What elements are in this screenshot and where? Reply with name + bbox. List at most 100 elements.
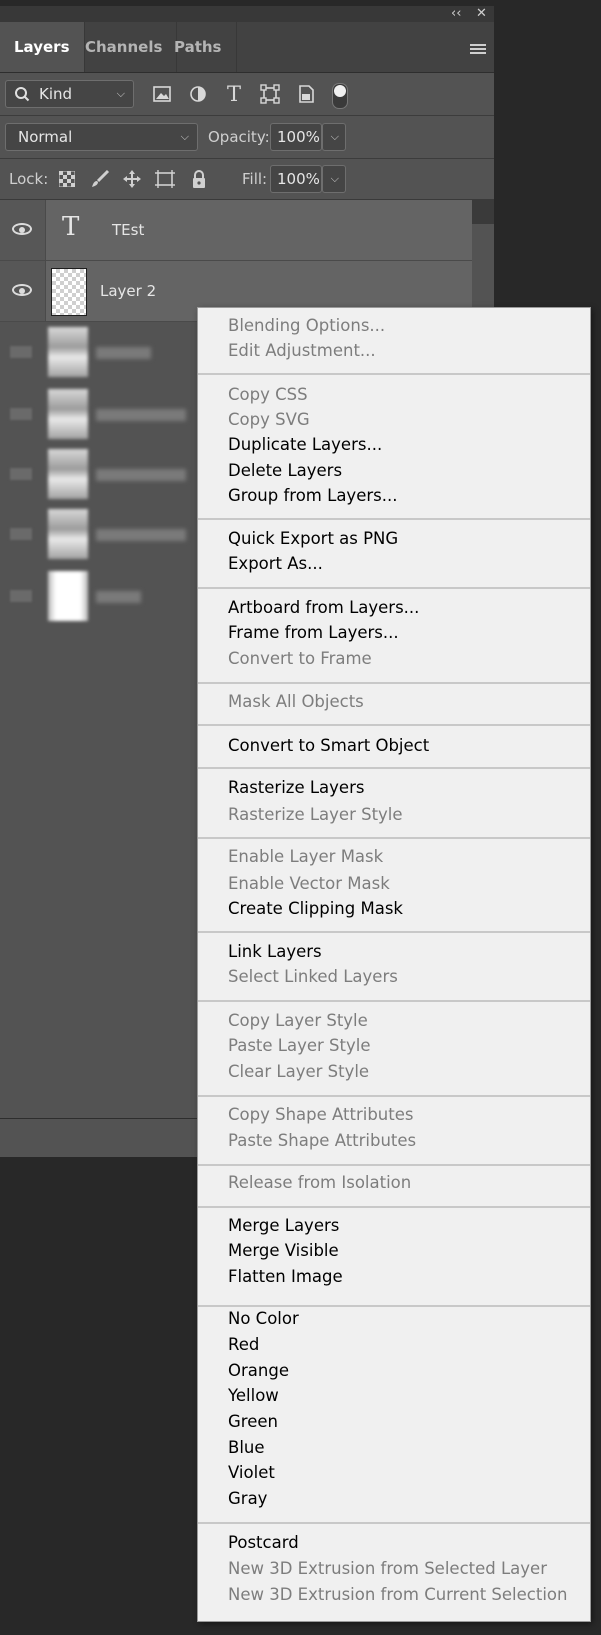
lock-label: Lock: (9, 170, 49, 188)
menu-item-copy-shape-attributes[interactable]: Copy Shape Attributes (228, 1104, 413, 1126)
menu-separator (198, 931, 590, 933)
lock-image-pixels-brush-icon[interactable] (87, 166, 113, 192)
visibility-toggle[interactable] (0, 200, 46, 260)
menu-item-enable-vector-mask[interactable]: Enable Vector Mask (228, 873, 390, 895)
filter-row: Kind ⌵ T (0, 73, 494, 116)
menu-separator (198, 1305, 590, 1307)
layer-thumbnail (48, 509, 88, 559)
panel-title-bar: ‹‹ ✕ (0, 6, 494, 22)
layers-scrollbar[interactable] (472, 200, 494, 224)
redacted-layer-row (0, 386, 200, 442)
opacity-input[interactable]: 100% (270, 123, 322, 151)
menu-item-flatten-image[interactable]: Flatten Image (228, 1266, 343, 1288)
menu-item-frame-from-layers[interactable]: Frame from Layers... (228, 622, 399, 644)
eye-icon (10, 590, 32, 602)
menu-item-rasterize-layers[interactable]: Rasterize Layers (228, 777, 364, 799)
menu-item-3d-extrusion-current-selection[interactable]: New 3D Extrusion from Current Selection (228, 1584, 567, 1606)
close-panel-icon[interactable]: ✕ (476, 6, 487, 22)
menu-item-blending-options[interactable]: Blending Options... (228, 315, 385, 337)
eye-icon (10, 408, 32, 420)
menu-item-artboard-from-layers[interactable]: Artboard from Layers... (228, 597, 419, 619)
panel-tabs: Layers Channels Paths (0, 22, 494, 73)
menu-item-color-blue[interactable]: Blue (228, 1437, 265, 1459)
redacted-layer-row (0, 568, 200, 624)
redacted-layer-row (0, 324, 200, 380)
menu-item-color-orange[interactable]: Orange (228, 1360, 289, 1382)
menu-item-convert-to-frame[interactable]: Convert to Frame (228, 648, 372, 670)
menu-item-clear-layer-style[interactable]: Clear Layer Style (228, 1061, 369, 1083)
layer-thumbnail (48, 449, 88, 499)
menu-item-convert-to-smart-object[interactable]: Convert to Smart Object (228, 735, 429, 757)
layer-name[interactable]: Layer 2 (100, 261, 156, 321)
menu-item-delete-layers[interactable]: Delete Layers (228, 460, 342, 482)
lock-position-move-icon[interactable] (119, 166, 145, 192)
blend-mode-select[interactable]: Normal ⌵ (5, 123, 198, 151)
menu-item-duplicate-layers[interactable]: Duplicate Layers... (228, 434, 382, 456)
menu-separator (198, 724, 590, 726)
menu-item-quick-export-png[interactable]: Quick Export as PNG (228, 528, 398, 550)
redacted-layer-name (96, 409, 186, 421)
collapse-panel-icon[interactable]: ‹‹ (451, 6, 461, 22)
chevron-down-icon: ⌵ (116, 87, 125, 100)
menu-item-3d-extrusion-selected-layer[interactable]: New 3D Extrusion from Selected Layer (228, 1558, 547, 1580)
menu-item-copy-layer-style[interactable]: Copy Layer Style (228, 1010, 368, 1032)
menu-item-merge-visible[interactable]: Merge Visible (228, 1240, 339, 1262)
layer-context-menu: Blending Options... Edit Adjustment... C… (197, 307, 591, 1622)
redacted-layer-name (96, 529, 186, 541)
toggle-knob (334, 85, 346, 97)
menu-item-export-as[interactable]: Export As... (228, 553, 323, 575)
filter-kind-select[interactable]: Kind ⌵ (5, 80, 134, 108)
lock-transparent-pixels-icon[interactable] (54, 166, 80, 192)
layer-name[interactable]: TEst (112, 200, 144, 260)
redacted-layer-row (0, 506, 200, 562)
menu-item-paste-shape-attributes[interactable]: Paste Shape Attributes (228, 1130, 416, 1152)
menu-item-copy-css[interactable]: Copy CSS (228, 384, 308, 406)
menu-item-paste-layer-style[interactable]: Paste Layer Style (228, 1035, 370, 1057)
smart-object-filter-icon[interactable] (293, 81, 319, 107)
chevron-down-icon: ⌵ (330, 172, 339, 185)
opacity-dropdown[interactable]: ⌵ (322, 123, 346, 151)
menu-item-select-linked-layers[interactable]: Select Linked Layers (228, 966, 398, 988)
lock-all-icon[interactable] (186, 166, 212, 192)
menu-item-color-none[interactable]: No Color (228, 1308, 299, 1330)
type-filter-icon[interactable]: T (221, 81, 247, 107)
menu-item-rasterize-layer-style[interactable]: Rasterize Layer Style (228, 804, 403, 826)
menu-item-link-layers[interactable]: Link Layers (228, 941, 322, 963)
menu-item-create-clipping-mask[interactable]: Create Clipping Mask (228, 898, 403, 920)
fill-dropdown[interactable]: ⌵ (322, 165, 346, 193)
menu-item-group-from-layers[interactable]: Group from Layers... (228, 485, 397, 507)
menu-item-merge-layers[interactable]: Merge Layers (228, 1215, 339, 1237)
redacted-layer-name (96, 347, 151, 359)
eye-icon (12, 223, 32, 235)
menu-item-copy-svg[interactable]: Copy SVG (228, 409, 310, 431)
visibility-toggle[interactable] (0, 261, 46, 321)
filter-toggle-switch[interactable] (332, 83, 348, 109)
fill-input[interactable]: 100% (270, 165, 322, 193)
tab-paths[interactable]: Paths (160, 22, 237, 72)
chevron-down-icon: ⌵ (180, 130, 189, 143)
menu-item-color-violet[interactable]: Violet (228, 1462, 275, 1484)
menu-item-release-from-isolation[interactable]: Release from Isolation (228, 1172, 411, 1194)
menu-item-edit-adjustment[interactable]: Edit Adjustment... (228, 340, 376, 362)
panel-menu-icon[interactable] (470, 44, 486, 56)
menu-item-color-red[interactable]: Red (228, 1334, 259, 1356)
search-icon (14, 81, 30, 115)
menu-item-postcard[interactable]: Postcard (228, 1532, 299, 1554)
layer-thumbnail (51, 268, 87, 316)
menu-separator (198, 518, 590, 520)
menu-separator (198, 1206, 590, 1208)
menu-item-enable-layer-mask[interactable]: Enable Layer Mask (228, 846, 383, 868)
adjustment-filter-icon[interactable] (185, 81, 211, 107)
layer-thumbnail (48, 389, 88, 439)
menu-item-mask-all-objects[interactable]: Mask All Objects (228, 691, 364, 713)
layer-row-text[interactable]: T TEst (0, 200, 472, 261)
lock-row: Lock: Fill: 100% ⌵ (0, 159, 494, 200)
lock-artboard-icon[interactable] (152, 166, 178, 192)
shape-filter-icon[interactable] (257, 81, 283, 107)
menu-item-color-green[interactable]: Green (228, 1411, 278, 1433)
image-filter-icon[interactable] (149, 81, 175, 107)
menu-item-color-gray[interactable]: Gray (228, 1488, 267, 1510)
menu-item-color-yellow[interactable]: Yellow (228, 1385, 279, 1407)
text-layer-icon: T (62, 212, 80, 242)
eye-icon (10, 346, 32, 358)
